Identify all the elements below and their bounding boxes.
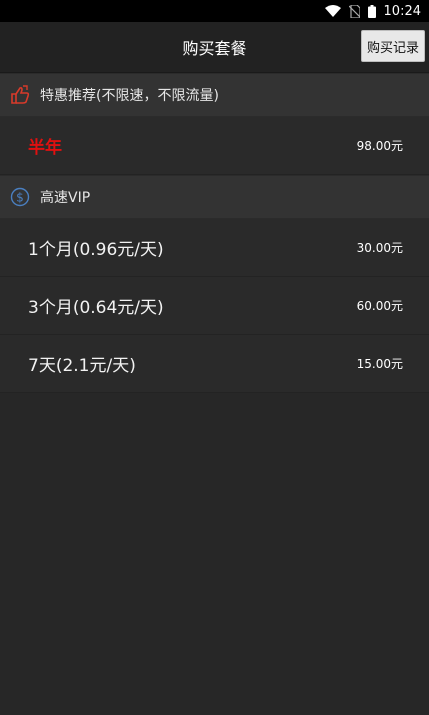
section-header-vip: $ 高速VIP: [0, 175, 429, 219]
battery-icon: [367, 4, 376, 18]
plan-name: 3个月(0.64元/天): [28, 298, 164, 318]
plan-row-7-days[interactable]: 7天(2.1元/天) 15.00元: [0, 335, 429, 393]
section-header-promo: 特惠推荐(不限速，不限流量): [0, 73, 429, 117]
section-title: 高速VIP: [40, 190, 91, 206]
plan-name: 半年: [28, 138, 62, 158]
svg-text:$: $: [16, 191, 24, 205]
status-time: 10:24: [383, 3, 421, 19]
app-bar: 购买套餐 购买记录: [0, 22, 429, 73]
plan-row-3-months[interactable]: 3个月(0.64元/天) 60.00元: [0, 277, 429, 335]
no-sim-icon: [348, 4, 360, 18]
plan-row-1-month[interactable]: 1个月(0.96元/天) 30.00元: [0, 219, 429, 277]
wifi-icon: [324, 5, 341, 17]
plan-row-half-year[interactable]: 半年 98.00元: [0, 117, 429, 175]
section-title: 特惠推荐(不限速，不限流量): [40, 88, 219, 104]
dollar-coin-icon: $: [10, 187, 30, 207]
plan-price: 30.00元: [356, 241, 403, 255]
plan-name: 7天(2.1元/天): [28, 356, 136, 376]
page-title: 购买套餐: [182, 39, 247, 58]
thumbs-up-icon: [10, 85, 30, 105]
plan-price: 15.00元: [356, 357, 403, 371]
plan-price: 60.00元: [356, 299, 403, 313]
status-bar: 10:24: [0, 0, 429, 22]
plan-name: 1个月(0.96元/天): [28, 240, 164, 260]
purchase-record-button[interactable]: 购买记录: [361, 30, 425, 62]
plan-price: 98.00元: [356, 139, 403, 153]
